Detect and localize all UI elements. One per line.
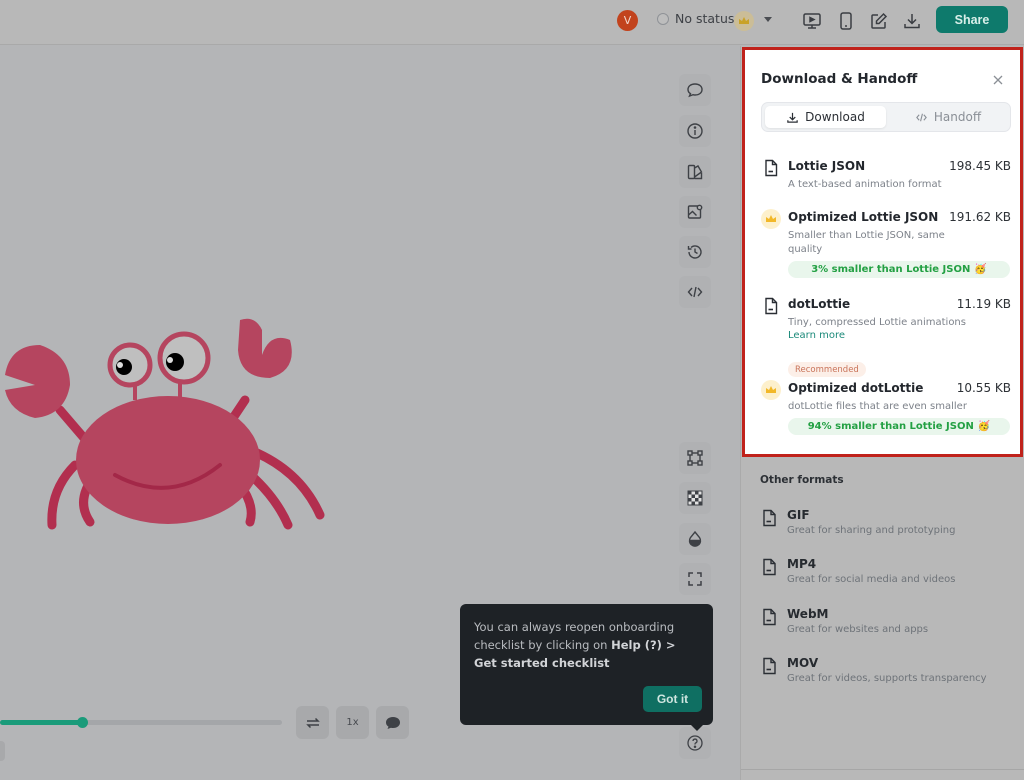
format-size: 191.62 KB [949, 210, 1011, 224]
dialog-title: Download & Handoff [761, 71, 918, 87]
format-webm[interactable]: WebM Great for websites and apps [760, 607, 1000, 639]
status-dropdown-caret-icon[interactable] [764, 17, 772, 22]
format-lottie-json[interactable]: Lottie JSON 198.45 KB A text-based anima… [761, 158, 1011, 198]
format-name: MOV [787, 656, 819, 670]
tab-download-label: Download [805, 110, 865, 124]
format-size: 10.55 KB [956, 381, 1011, 395]
share-button[interactable]: Share [936, 6, 1008, 33]
file-icon [761, 158, 781, 178]
format-dotlottie[interactable]: dotLottie 11.19 KB Tiny, compressed Lott… [761, 296, 1011, 346]
download-handoff-dialog: Download & Handoff Download Handoff Lott… [742, 47, 1023, 457]
file-icon [762, 608, 778, 630]
premium-crown-icon[interactable] [734, 11, 754, 31]
comment-filled-icon [385, 716, 400, 729]
party-emoji-icon: 🥳 [977, 421, 991, 432]
top-bar: V No status Share [0, 0, 1024, 45]
format-name: WebM [787, 607, 829, 621]
user-avatar[interactable]: V [617, 10, 638, 31]
timeline-scrubber-handle[interactable] [76, 717, 88, 728]
tab-download[interactable]: Download [765, 106, 886, 128]
theme-icon[interactable] [679, 156, 711, 188]
savings-badge: 94% smaller than Lottie JSON 🥳 [788, 418, 1010, 435]
download-handoff-tabs: Download Handoff [761, 102, 1011, 132]
download-icon [787, 112, 798, 123]
help-icon[interactable] [679, 727, 711, 759]
crab-illustration [5, 318, 325, 530]
format-description: Tiny, compressed Lottie animations [788, 317, 966, 328]
file-icon [762, 558, 778, 580]
timeline-progress [0, 720, 82, 725]
format-name: Lottie JSON [788, 159, 866, 173]
file-icon [761, 296, 781, 316]
status-radio-icon [657, 12, 669, 25]
panel-divider [741, 769, 1024, 770]
edit-icon[interactable] [867, 9, 891, 33]
got-it-button[interactable]: Got it [643, 686, 702, 712]
format-gif[interactable]: GIF Great for sharing and prototyping [760, 508, 1000, 540]
avatar-initial: V [623, 14, 632, 27]
format-name: Optimized Lottie JSON [788, 210, 939, 224]
code-icon [916, 113, 927, 121]
format-name: GIF [787, 508, 810, 522]
mobile-preview-icon[interactable] [834, 9, 858, 33]
savings-text: 3% smaller than Lottie JSON [811, 264, 971, 275]
other-formats-title: Other formats [760, 474, 844, 486]
tooltip-arrow [691, 725, 703, 731]
format-description: Great for websites and apps [787, 624, 929, 635]
play-button-edge[interactable] [0, 741, 5, 761]
format-mov[interactable]: MOV Great for videos, supports transpare… [760, 656, 1000, 688]
format-description: Great for videos, supports transparency [787, 673, 987, 684]
premium-crown-icon [761, 380, 781, 400]
image-icon[interactable] [679, 196, 711, 228]
download-icon[interactable] [900, 9, 924, 33]
format-description: Smaller than Lottie JSON, same quality [788, 230, 945, 255]
loop-icon [305, 717, 320, 728]
bounding-box-icon[interactable] [679, 442, 711, 474]
status-label: No status [675, 11, 735, 26]
party-emoji-icon: 🥳 [974, 264, 987, 275]
onboarding-tooltip: You can always reopen onboarding checkli… [460, 604, 713, 731]
code-icon[interactable] [679, 276, 711, 308]
format-description: dotLottie files that are even smaller [788, 401, 967, 412]
recommended-badge: Recommended [788, 362, 866, 377]
savings-badge: 3% smaller than Lottie JSON 🥳 [788, 261, 1010, 278]
recommended-label: Recommended [795, 364, 859, 375]
format-description: A text-based animation format [788, 179, 942, 190]
format-name: Optimized dotLottie [788, 381, 924, 395]
status-selector[interactable]: No status [657, 11, 734, 26]
speed-button[interactable]: 1x [336, 706, 369, 739]
format-name: dotLottie [788, 297, 851, 311]
premium-crown-icon [761, 209, 781, 229]
comment-icon[interactable] [679, 74, 711, 106]
close-icon[interactable] [991, 72, 1005, 86]
format-size: 198.45 KB [949, 159, 1011, 173]
tab-handoff[interactable]: Handoff [888, 106, 1008, 128]
format-description: Great for social media and videos [787, 574, 956, 585]
loop-button[interactable] [296, 706, 329, 739]
playback-timeline[interactable] [0, 717, 282, 728]
format-optimized-dotlottie[interactable]: Optimized dotLottie 10.55 KB dotLottie f… [761, 380, 1011, 438]
present-icon[interactable] [800, 9, 824, 33]
format-name: MP4 [787, 557, 817, 571]
speed-label: 1x [346, 717, 359, 728]
savings-text: 94% smaller than Lottie JSON [807, 421, 974, 432]
file-icon [762, 509, 778, 531]
info-icon[interactable] [679, 115, 711, 147]
learn-more-link[interactable]: Learn more [788, 330, 845, 341]
background-color-icon[interactable] [679, 523, 711, 555]
history-icon[interactable] [679, 236, 711, 268]
tab-handoff-label: Handoff [933, 110, 982, 124]
format-size: 11.19 KB [956, 297, 1011, 311]
format-mp4[interactable]: MP4 Great for social media and videos [760, 557, 1000, 589]
transparency-grid-icon[interactable] [679, 482, 711, 514]
comments-toggle-button[interactable] [376, 706, 409, 739]
format-description: Great for sharing and prototyping [787, 525, 956, 536]
format-optimized-lottie-json[interactable]: Optimized Lottie JSON 191.62 KB Smaller … [761, 209, 1011, 281]
file-icon [762, 657, 778, 679]
fullscreen-icon[interactable] [679, 563, 711, 595]
